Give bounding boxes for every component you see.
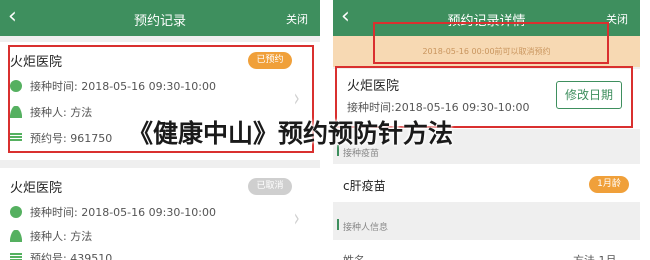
overlay-caption: 《健康中山》预约预防针方法 bbox=[128, 119, 454, 148]
number-label: 预约号: bbox=[30, 252, 67, 260]
number-value: 439510 bbox=[70, 252, 113, 260]
name-label: 姓名 bbox=[343, 252, 365, 260]
status-badge: 已取消 bbox=[248, 178, 292, 195]
vaccinee-row: 接种人: 方法 bbox=[10, 228, 92, 244]
person-icon bbox=[10, 230, 22, 242]
chevron-right-icon[interactable]: › bbox=[294, 204, 300, 232]
time-label: 接种时间: bbox=[30, 206, 78, 219]
person-label: 接种人: bbox=[30, 230, 67, 243]
records-header: ‹ 预约记录 关闭 bbox=[0, 0, 320, 36]
appointment-number-row: 预约号: 439510 bbox=[10, 250, 112, 260]
hospital-name: 火炬医院 bbox=[10, 181, 63, 196]
ticket-icon bbox=[10, 253, 22, 260]
vaccinee-row: 姓名 方法 1月 bbox=[333, 240, 640, 260]
vaccine-name: c肝疫苗 bbox=[343, 179, 386, 193]
page-title: 预约记录 bbox=[133, 14, 186, 29]
time-value: 2018-05-16 09:30-10:00 bbox=[81, 206, 217, 219]
appointment-time-row: 接种时间: 2018-05-16 09:30-10:00 bbox=[10, 204, 216, 220]
close-button[interactable]: 关闭 bbox=[286, 11, 308, 27]
record-card-2[interactable]: 火炬医院 已取消 接种时间: 2018-05-16 09:30-10:00 接种… bbox=[0, 168, 320, 260]
person-value: 方法 bbox=[70, 230, 93, 243]
clock-icon bbox=[10, 206, 22, 218]
highlight-box bbox=[373, 22, 609, 64]
dose-badge: 1月龄 bbox=[589, 176, 629, 193]
name-value: 方法 1月 bbox=[573, 252, 617, 260]
vaccinee-section-label: 接种人信息 bbox=[336, 219, 388, 233]
close-button[interactable]: 关闭 bbox=[606, 11, 628, 27]
vaccine-row: c肝疫苗 1月龄 bbox=[333, 164, 640, 202]
